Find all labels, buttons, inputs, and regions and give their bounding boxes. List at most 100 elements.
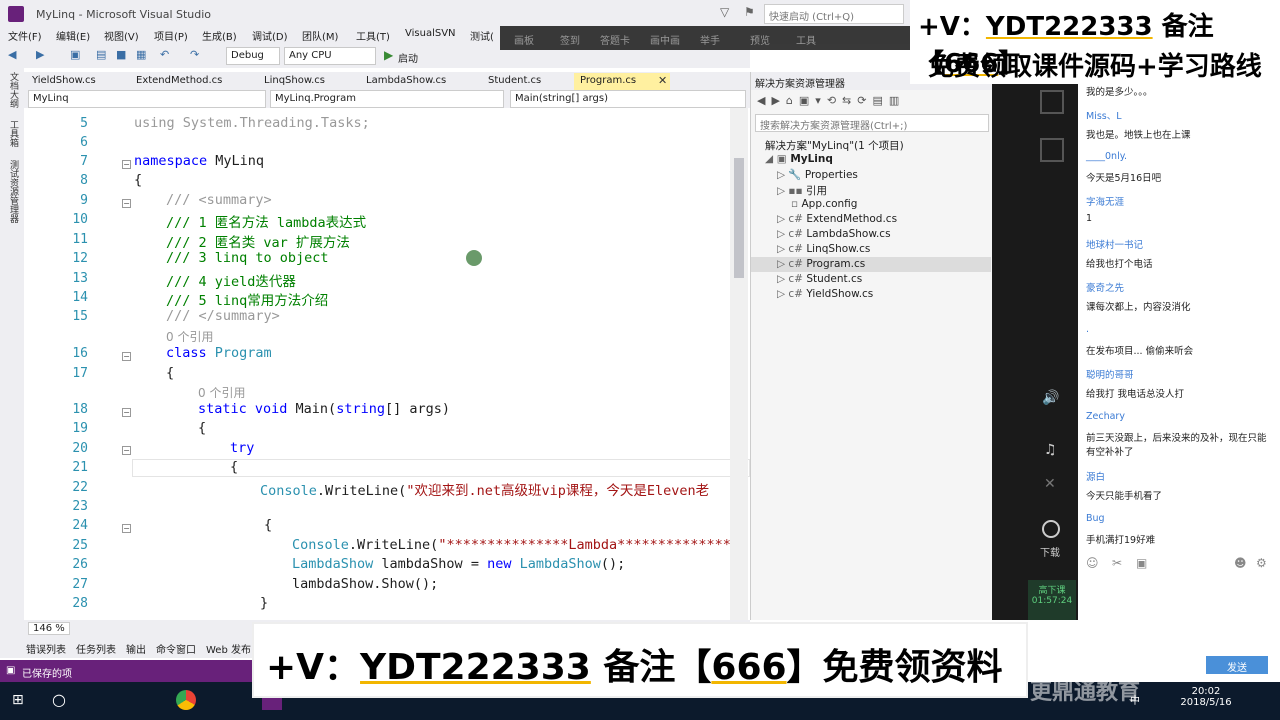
fold-toggle[interactable]: − [122,160,131,169]
chat-username[interactable]: 字海无涯 [1086,194,1124,208]
tab-yieldshow[interactable]: YieldShow.cs [26,73,102,90]
quick-launch-input[interactable]: 快速启动 (Ctrl+Q) [764,4,904,24]
config-select[interactable]: Debug [226,47,280,65]
tree-item[interactable]: ▷ c# ExtendMethod.cs [777,213,897,225]
menu-edit[interactable]: 编辑(E) [56,28,90,43]
filter-icon[interactable]: ▽ [720,5,729,19]
tab-program[interactable]: Program.cs [574,73,670,90]
forward-icon[interactable]: ▶ [36,48,44,61]
fold-toggle[interactable]: − [122,352,131,361]
emoji-icon[interactable]: ☺ [1086,556,1099,570]
solution-node[interactable]: 解决方案"MyLinq"(1 个项目) [765,138,904,153]
tab-student[interactable]: Student.cs [482,73,547,90]
save-all-icon[interactable]: ▦ [136,48,146,61]
tab-task-list[interactable]: 任务列表 [76,641,116,656]
menu-test[interactable]: 测试( [470,28,494,43]
download-icon[interactable] [1042,520,1060,538]
scrollbar-thumb[interactable] [734,158,744,278]
send-button[interactable]: 发送 [1206,656,1268,674]
codelens-references[interactable]: 0 个引用 [198,384,245,401]
tab-command-window[interactable]: 命令窗口 [156,641,196,656]
tab-extendmethod[interactable]: ExtendMethod.cs [130,73,228,90]
new-project-icon[interactable]: ▣ [70,48,80,61]
menu-visualsvn[interactable]: VisualSVN [405,28,456,39]
member-dropdown[interactable]: Main(string[] args) [510,90,746,108]
zoom-level[interactable]: 146 % [28,622,70,635]
live-tool-board[interactable]: 画板 [514,32,534,47]
fold-toggle[interactable]: − [122,408,131,417]
search-icon[interactable]: ○ [52,690,66,709]
fold-toggle[interactable]: − [122,446,131,455]
menu-team[interactable]: 团队(M) [302,28,338,43]
tab-web-publish[interactable]: Web 发布 [206,641,251,656]
document-outline-tab[interactable]: 文档大纲 [7,72,20,108]
class-dropdown[interactable]: MyLinq.Program [270,90,504,108]
expand-icon[interactable]: ✕ [1044,476,1056,492]
chrome-icon[interactable] [176,690,196,710]
solution-search-input[interactable]: 搜索解决方案资源管理器(Ctrl+;) [755,114,989,132]
tree-item[interactable]: ▷ c# YieldShow.cs [777,288,873,300]
fold-toggle[interactable]: − [122,199,131,208]
notification-icon[interactable]: ⚑ [744,5,755,19]
menu-file[interactable]: 文件(F) [8,28,42,43]
screen-icon[interactable] [1040,90,1064,114]
image-icon[interactable]: ▣ [1136,556,1147,570]
chat-username[interactable]: . [1086,324,1089,335]
close-tab-icon[interactable]: ✕ [658,74,667,87]
menu-build[interactable]: 生成(B) [202,28,237,43]
tab-lambdashow[interactable]: LambdaShow.cs [360,73,452,90]
start-icon[interactable]: ▶ [384,48,393,62]
chat-username[interactable]: Miss、L [1086,108,1122,122]
settings-icon[interactable]: ⚙ [1256,556,1267,570]
tab-output[interactable]: 输出 [126,641,146,656]
chat-username[interactable]: 源白 [1086,469,1105,483]
menu-tools[interactable]: 工具(T) [356,28,390,43]
toolbox-tab[interactable]: 工具箱 [7,120,20,147]
tree-item[interactable]: ▷ c# Student.cs [777,273,862,285]
tree-item[interactable]: ▷ ▪▪ 引用 [777,183,827,198]
chat-username[interactable]: Zechary [1086,411,1125,422]
chat-username[interactable]: ____0nly. [1086,151,1127,162]
tab-error-list[interactable]: 错误列表 [26,641,66,656]
tree-item[interactable]: ▫ App.config [791,198,857,210]
live-tool-preview[interactable]: 预览 [750,32,770,47]
chat-username[interactable]: 豪奇之先 [1086,280,1124,294]
start-button[interactable]: 启动 [398,50,418,65]
project-dropdown[interactable]: MyLinq [28,90,266,108]
tree-item[interactable]: ▷ 🔧 Properties [777,168,858,181]
fold-toggle[interactable]: − [122,524,131,533]
menu-view[interactable]: 视图(V) [104,28,139,43]
chat-username[interactable]: 聪明的哥哥 [1086,367,1134,381]
open-icon[interactable]: ▤ [96,48,106,61]
tree-item[interactable]: ▷ c# LinqShow.cs [777,243,870,255]
windows-start-icon[interactable]: ⊞ [12,692,24,708]
volume-icon[interactable]: 🔊 [1042,390,1059,406]
tree-item[interactable]: ▷ c# Program.cs [777,258,865,270]
chat-username[interactable]: 地球村一书记 [1086,237,1143,251]
codelens-references[interactable]: 0 个引用 [166,328,213,345]
back-icon[interactable]: ◀ [8,48,16,61]
live-tool-answer[interactable]: 答题卡 [600,32,630,47]
clock[interactable]: 20:02 2018/5/16 [1176,686,1236,708]
menu-project[interactable]: 项目(P) [154,28,188,43]
code-editor[interactable]: 5 6 7 8 9 10 11 12 13 14 15 16 17 18 19 … [24,108,750,620]
scissors-icon[interactable]: ✂ [1112,556,1122,570]
music-icon[interactable]: ♫ [1044,442,1057,458]
redo-icon[interactable]: ↷ [190,48,199,61]
live-tool-tools[interactable]: 工具 [796,32,816,47]
menu-debug[interactable]: 调试(D) [252,28,288,43]
live-tool-hand[interactable]: 举手 [700,32,720,47]
camera-icon[interactable] [1040,138,1064,162]
tab-linqshow[interactable]: LinqShow.cs [258,73,331,90]
platform-select[interactable]: Any CPU [284,47,376,65]
test-explorer-tab[interactable]: 测试资源管理器 [7,160,20,223]
undo-icon[interactable]: ↶ [160,48,169,61]
tree-item[interactable]: ▷ c# LambdaShow.cs [777,228,891,240]
live-tool-signin[interactable]: 签到 [560,32,580,47]
save-icon[interactable]: ■ [116,48,126,61]
chat-username[interactable]: Bug [1086,513,1105,524]
editor-scrollbar[interactable] [730,108,748,620]
project-node[interactable]: ◢ ▣ MyLinq [765,153,833,165]
users-icon[interactable]: ☻ [1234,556,1247,570]
live-tool-pip[interactable]: 画中画 [650,32,680,47]
